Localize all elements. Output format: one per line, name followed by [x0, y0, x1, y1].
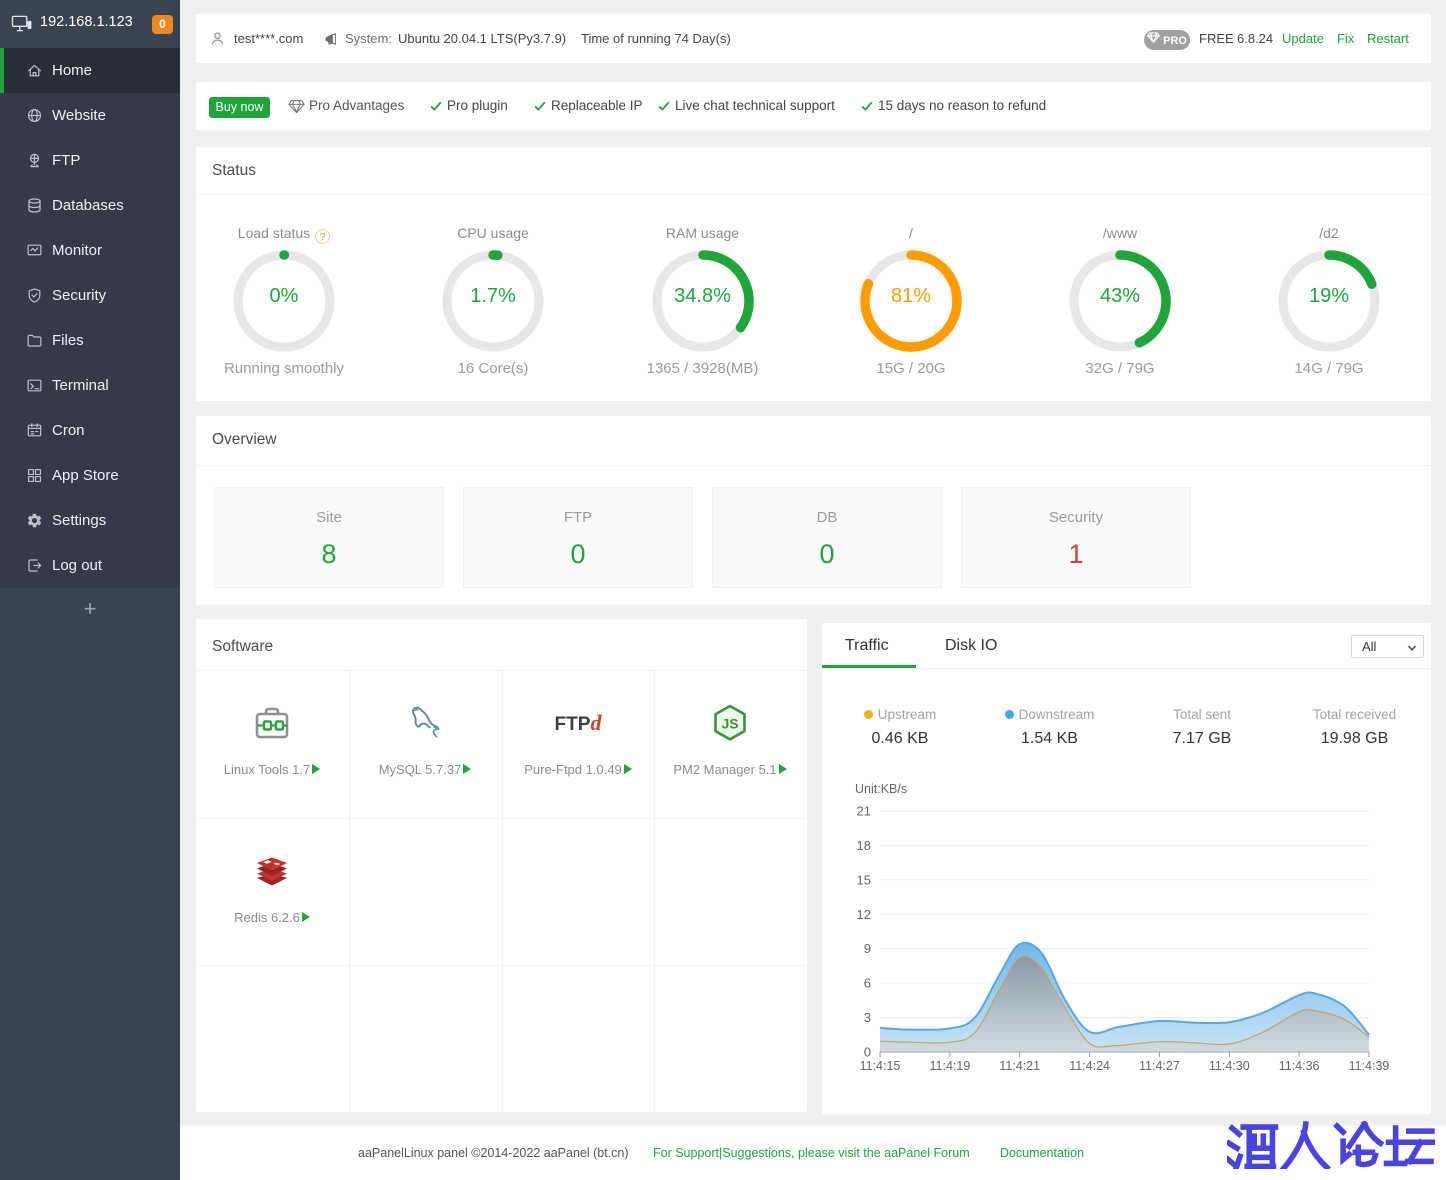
svg-text:11:4:19: 11:4:19 — [930, 1059, 971, 1073]
svg-text:11:4:30: 11:4:30 — [1209, 1059, 1250, 1073]
svg-text:Unit:KB/s: Unit:KB/s — [855, 782, 907, 796]
svg-text:0: 0 — [864, 1045, 871, 1060]
svg-text:11:4:21: 11:4:21 — [999, 1059, 1040, 1073]
svg-text:11:4:24: 11:4:24 — [1069, 1059, 1110, 1073]
svg-text:3: 3 — [864, 1010, 871, 1025]
svg-text:11:4:15: 11:4:15 — [860, 1059, 901, 1073]
svg-text:11:4:39: 11:4:39 — [1349, 1059, 1390, 1073]
svg-text:15: 15 — [857, 872, 871, 887]
svg-text:12: 12 — [857, 907, 871, 922]
svg-text:21: 21 — [857, 804, 871, 819]
svg-text:6: 6 — [864, 976, 871, 991]
svg-text:JS: JS — [721, 716, 738, 732]
svg-text:18: 18 — [857, 838, 871, 853]
svg-text:9: 9 — [864, 941, 871, 956]
svg-text:11:4:36: 11:4:36 — [1279, 1059, 1320, 1073]
svg-text:11:4:27: 11:4:27 — [1139, 1059, 1180, 1073]
